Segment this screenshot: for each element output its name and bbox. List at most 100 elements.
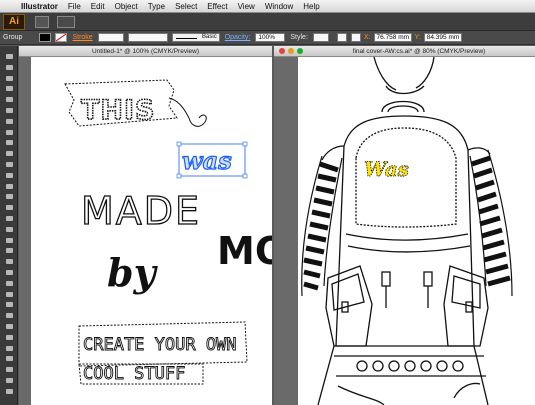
variable-width-profile[interactable] <box>127 33 168 42</box>
width-tool-glyph <box>5 205 13 211</box>
illustrator-logo: Ai <box>3 13 25 30</box>
style-label: Style: <box>290 34 308 41</box>
graphic-style-swatch[interactable] <box>312 33 329 42</box>
column-graph-tool-glyph <box>5 302 13 308</box>
menu-view[interactable]: View <box>233 2 260 11</box>
eyedropper-tool-icon[interactable] <box>2 268 16 277</box>
direct-selection-tool-glyph <box>5 64 13 70</box>
line-segment-tool-icon[interactable] <box>2 117 16 126</box>
slice-tool-icon[interactable] <box>2 322 16 331</box>
pencil-tool-icon[interactable] <box>2 149 16 158</box>
selection-handle <box>176 141 182 147</box>
cropped-letters: MO <box>217 229 272 273</box>
y-label: Y: <box>414 34 421 41</box>
rotate-tool-icon[interactable] <box>2 182 16 191</box>
mesh-tool-icon[interactable] <box>2 246 16 255</box>
word-by: by <box>107 250 159 295</box>
eraser-tool-icon[interactable] <box>2 171 16 180</box>
rotate-tool-glyph <box>5 183 13 189</box>
selection-handle <box>242 141 248 147</box>
slogan-line-2: COOL STUFF <box>83 364 185 384</box>
curl-line <box>168 97 207 127</box>
bag-label-was: Was <box>364 157 409 181</box>
perspective-grid-tool-glyph <box>5 237 13 243</box>
menu-window[interactable]: Window <box>260 2 298 11</box>
swap-colors-icon[interactable] <box>2 365 16 374</box>
zoom-tool-icon[interactable] <box>2 344 16 353</box>
document-window-final-cover[interactable]: final cover-AW:cs.ai* @ 80% (CMYK/Previe… <box>274 46 535 405</box>
none-stroke-icon <box>56 34 67 41</box>
slogan-line-1: CREATE YOUR OWN <box>83 335 237 355</box>
direct-selection-tool-icon[interactable] <box>2 63 16 72</box>
arrange-documents-icon[interactable] <box>57 15 75 28</box>
rectangle-tool-glyph <box>5 129 13 135</box>
paintbrush-tool-icon[interactable] <box>2 138 16 147</box>
blend-tool-icon[interactable] <box>2 279 16 288</box>
line-segment-tool-glyph <box>5 118 13 124</box>
align-icon[interactable] <box>336 33 347 42</box>
stroke-weight-field[interactable] <box>97 33 124 42</box>
color-mode-icon[interactable] <box>2 376 16 385</box>
lasso-tool-icon[interactable] <box>2 84 16 93</box>
menu-effect[interactable]: Effect <box>202 2 232 11</box>
artboard-tool-icon[interactable] <box>2 311 16 320</box>
gradient-tool-glyph <box>5 259 13 265</box>
type-tool-glyph <box>5 108 13 113</box>
backpack-illustration[interactable]: Was <box>274 46 535 405</box>
gradient-tool-icon[interactable] <box>2 257 16 266</box>
y-position-field[interactable]: 84.395 mm <box>423 33 462 42</box>
word-was-selected: was <box>182 146 232 175</box>
x-position-field[interactable]: 76.758 mm <box>373 33 412 42</box>
eyedropper-tool-glyph <box>5 270 13 275</box>
tools-panel <box>0 46 18 405</box>
width-tool-icon[interactable] <box>2 203 16 212</box>
fill-swatch[interactable] <box>39 33 52 42</box>
shape-builder-tool-icon[interactable] <box>2 225 16 234</box>
stroke-label[interactable]: Stroke <box>72 34 92 41</box>
stroke-swatch[interactable] <box>55 33 68 42</box>
type-tool-icon[interactable] <box>2 106 16 115</box>
bridge-icon[interactable] <box>35 15 49 28</box>
document-window-untitled[interactable]: Untitled-1* @ 100% (CMYK/Preview) THIS w… <box>19 46 272 405</box>
column-graph-tool-icon[interactable] <box>2 300 16 309</box>
opacity-field[interactable]: 100% <box>255 33 286 42</box>
control-panel: Group Stroke Basic Opacity: 100% Style: … <box>0 31 535 45</box>
fill-stroke-swatch-icon[interactable] <box>2 354 16 363</box>
perspective-grid-tool-icon[interactable] <box>2 236 16 245</box>
blob-brush-tool-icon[interactable] <box>2 160 16 169</box>
selection-handle <box>242 173 248 179</box>
selection-tool-icon[interactable] <box>2 52 16 61</box>
scale-tool-glyph <box>5 194 13 200</box>
menu-object[interactable]: Object <box>110 2 143 11</box>
opacity-label[interactable]: Opacity: <box>225 34 251 41</box>
blend-tool-glyph <box>5 280 13 286</box>
application-bar: Ai <box>0 13 535 31</box>
mesh-tool-glyph <box>5 248 13 254</box>
screen-mode-icon[interactable] <box>2 387 16 396</box>
menu-select[interactable]: Select <box>170 2 202 11</box>
pen-tool-icon[interactable] <box>2 95 16 104</box>
x-label: X: <box>363 34 371 41</box>
free-transform-tool-glyph <box>5 216 13 221</box>
hand-tool-glyph <box>5 334 13 340</box>
lettering-artwork[interactable]: THIS was MADE by MO CREATE YOUR OWN COOL… <box>19 46 272 405</box>
rectangle-tool-icon[interactable] <box>2 128 16 137</box>
menu-app[interactable]: Illustrator <box>16 2 63 11</box>
screen-mode-glyph <box>5 388 13 394</box>
hand-tool-icon[interactable] <box>2 333 16 342</box>
color-mode-glyph <box>5 378 13 383</box>
symbol-sprayer-tool-icon[interactable] <box>2 290 16 299</box>
menu-bar: Illustrator File Edit Object Type Select… <box>0 0 535 13</box>
word-this: THIS <box>81 95 156 126</box>
scale-tool-icon[interactable] <box>2 192 16 201</box>
blob-brush-tool-glyph <box>5 162 13 167</box>
menu-help[interactable]: Help <box>298 2 324 11</box>
menu-type[interactable]: Type <box>143 2 170 11</box>
free-transform-tool-icon[interactable] <box>2 214 16 223</box>
symbol-sprayer-tool-glyph <box>5 291 13 297</box>
magic-wand-tool-icon[interactable] <box>2 74 16 83</box>
transform-reference-icon[interactable] <box>350 33 361 42</box>
menu-file[interactable]: File <box>63 2 86 11</box>
brush-definition-dropdown[interactable]: Basic <box>171 33 220 42</box>
menu-edit[interactable]: Edit <box>86 2 110 11</box>
